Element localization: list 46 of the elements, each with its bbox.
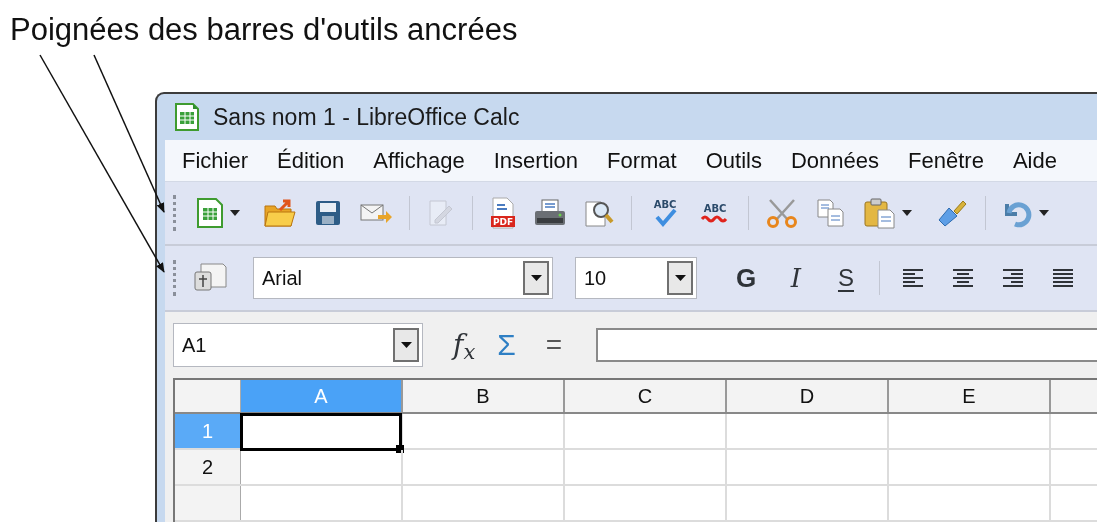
caret-icon — [400, 342, 412, 348]
caret-icon[interactable] — [902, 210, 912, 216]
underline-button[interactable]: S — [821, 260, 871, 296]
folder-icon[interactable] — [264, 198, 296, 228]
menu-item[interactable]: Édition — [277, 144, 345, 177]
column-header[interactable]: B — [403, 380, 565, 412]
menu-item[interactable]: Format — [607, 144, 677, 177]
function-wizard-button[interactable]: f$_{x}$ — [453, 331, 476, 359]
sum-button[interactable]: Σ — [497, 330, 516, 360]
envelope-icon[interactable] — [360, 201, 392, 225]
name-box[interactable]: A1 — [173, 323, 423, 367]
spreadsheet-icon — [175, 103, 199, 131]
clipboard-icon[interactable] — [864, 197, 896, 229]
annotation-text: Poignées des barres d'outils ancrées — [10, 12, 518, 47]
toolbar-handle[interactable] — [173, 260, 177, 296]
column-header[interactable]: C — [565, 380, 727, 412]
magnifier-page-icon[interactable] — [584, 198, 614, 228]
row-header[interactable]: 2 — [175, 450, 241, 484]
caret-icon[interactable] — [1039, 210, 1049, 216]
menu-item[interactable]: Insertion — [493, 144, 579, 177]
caret-icon — [530, 275, 542, 281]
styles-icon[interactable] — [193, 262, 227, 294]
menu-item[interactable]: Outils — [705, 144, 762, 177]
spreadsheet-icon[interactable] — [196, 198, 224, 228]
menu-item[interactable]: Données — [790, 144, 880, 177]
italic-button[interactable]: I — [771, 258, 821, 298]
menu-item[interactable]: Fenêtre — [908, 144, 984, 177]
copy-icon[interactable] — [816, 198, 846, 228]
equals-button[interactable]: = — [545, 331, 563, 359]
printer-icon[interactable] — [534, 198, 566, 228]
caret-icon[interactable] — [230, 210, 240, 216]
menu-item[interactable]: Aide — [1012, 144, 1057, 177]
formula-input[interactable] — [596, 328, 1097, 362]
scissors-icon[interactable] — [766, 198, 798, 228]
column-header[interactable]: E — [889, 380, 1051, 412]
pdf-icon[interactable]: PDF — [490, 197, 516, 229]
column-header[interactable]: D — [727, 380, 889, 412]
bold-button[interactable]: G — [721, 258, 771, 298]
paintbrush-icon[interactable] — [936, 198, 968, 228]
menu-item[interactable]: Affichage — [373, 144, 465, 177]
menu-item[interactable]: Fichier — [182, 144, 248, 177]
window-title: Sans nom 1 - LibreOffice Calc — [213, 102, 520, 132]
font-size-combo[interactable]: 10 — [575, 257, 697, 299]
toolbar-handle[interactable] — [173, 195, 177, 231]
caret-icon — [674, 275, 686, 281]
font-name-combo[interactable]: Arial — [253, 257, 553, 299]
